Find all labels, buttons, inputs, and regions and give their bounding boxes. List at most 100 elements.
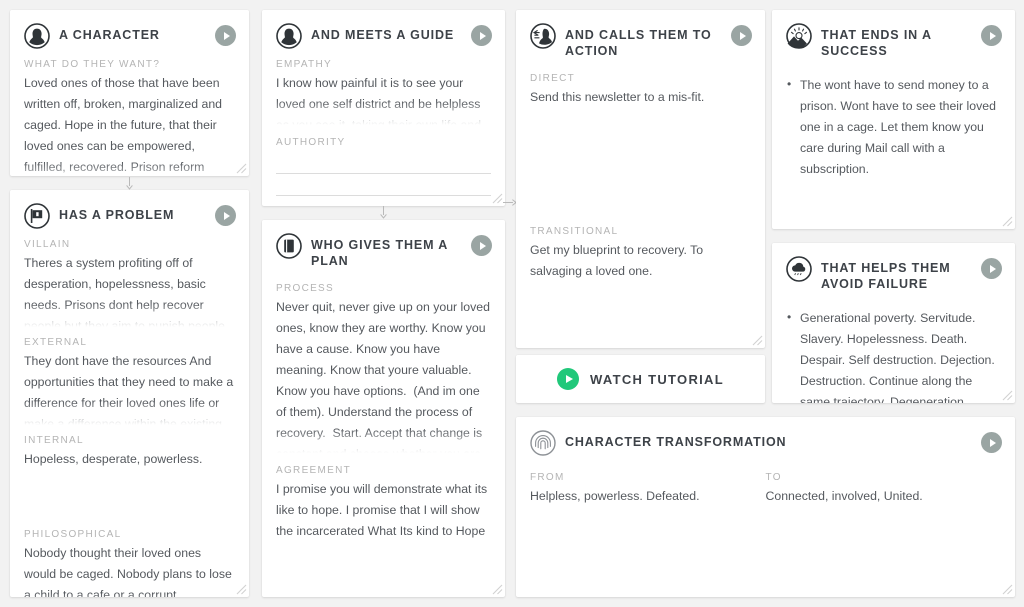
play-button[interactable]: [471, 235, 492, 256]
watch-tutorial-card[interactable]: Watch Tutorial: [516, 355, 765, 403]
field-value[interactable]: I promise you will demonstrate what its …: [276, 479, 491, 542]
play-button[interactable]: [471, 25, 492, 46]
card-body: Empathy I know how painful it is to see …: [262, 49, 505, 206]
card-a-character[interactable]: A Character What do they want? Loved one…: [10, 10, 249, 176]
field-value[interactable]: Helpless, powerless. Defeated.: [530, 486, 744, 507]
play-button[interactable]: [215, 205, 236, 226]
field-agreement[interactable]: Agreement I promise you will demonstrate…: [276, 465, 491, 542]
card-has-a-problem[interactable]: Has a Problem Villain Theres a system pr…: [10, 190, 249, 597]
field-label: Authority: [276, 137, 346, 148]
field-what-do-they-want[interactable]: What do they want? Loved ones of those t…: [24, 59, 235, 176]
person-profile-icon: [276, 23, 302, 49]
resize-handle[interactable]: [236, 163, 247, 174]
field-label: Villain: [24, 239, 71, 250]
field-label: From: [530, 472, 565, 483]
card-title: And Calls Them to Action: [565, 28, 712, 58]
field-value[interactable]: They dont have the resources And opportu…: [24, 351, 235, 427]
field-failure[interactable]: Generational poverty. Servitude. Slavery…: [786, 307, 1001, 403]
card-body: What do they want? Loved ones of those t…: [10, 49, 249, 176]
field-authority[interactable]: Authority: [276, 137, 491, 206]
field-value[interactable]: The wont have to send money to a prison.…: [786, 74, 1001, 180]
book-icon: [276, 233, 302, 259]
field-value[interactable]: Generational poverty. Servitude. Slavery…: [786, 307, 1001, 403]
field-philosophical[interactable]: Philosophical Nobody thought their loved…: [24, 529, 235, 597]
card-title: Character Transformation: [565, 435, 787, 449]
card-body: From Helpless, powerless. Defeated. To C…: [516, 456, 1015, 521]
watch-tutorial-label: Watch Tutorial: [590, 371, 724, 387]
field-process[interactable]: Process Never quit, never give up on you…: [276, 283, 491, 455]
card-title: That Ends in a Success: [821, 28, 932, 58]
connector-guide-to-plan: [378, 206, 389, 219]
blank-line[interactable]: [276, 196, 491, 206]
play-button[interactable]: [981, 258, 1002, 279]
card-and-calls-them-to-action[interactable]: And Calls Them to Action Direct Send thi…: [516, 10, 765, 348]
field-label: To: [765, 472, 782, 483]
field-label: Internal: [24, 435, 84, 446]
field-label: Transitional: [530, 226, 619, 237]
play-button[interactable]: [981, 432, 1002, 453]
field-value[interactable]: Never quit, never give up on your loved …: [276, 297, 491, 455]
field-label: Agreement: [276, 465, 352, 476]
card-that-helps-them-avoid-failure[interactable]: That Helps Them Avoid Failure Generation…: [772, 243, 1015, 403]
field-label: External: [24, 337, 88, 348]
megaphone-person-icon: [530, 23, 556, 49]
field-from[interactable]: From Helpless, powerless. Defeated.: [530, 472, 766, 507]
field-direct[interactable]: Direct Send this newsletter to a mis-fit…: [530, 73, 751, 218]
card-header: That Ends in a Success: [772, 10, 1015, 59]
card-title: That Helps Them Avoid Failure: [821, 261, 951, 291]
resize-handle[interactable]: [492, 193, 503, 204]
card-who-gives-them-a-plan[interactable]: Who Gives Them a Plan Process Never quit…: [262, 220, 505, 597]
connector-character-to-problem: [124, 177, 135, 190]
field-value[interactable]: Connected, involved, United.: [766, 486, 980, 507]
field-external[interactable]: External They dont have the resources An…: [24, 337, 235, 427]
field-value[interactable]: Send this newsletter to a mis-fit.: [530, 87, 751, 218]
connector-plan-to-action: [503, 197, 517, 208]
card-body: Villain Theres a system profiting off of…: [10, 229, 249, 597]
field-success[interactable]: The wont have to send money to a prison.…: [786, 74, 1001, 180]
person-profile-icon: [24, 23, 50, 49]
resize-handle[interactable]: [492, 584, 503, 595]
resize-handle[interactable]: [1002, 584, 1013, 595]
card-and-meets-a-guide[interactable]: And Meets a Guide Empathy I know how pai…: [262, 10, 505, 206]
field-villain[interactable]: Villain Theres a system profiting off of…: [24, 239, 235, 329]
card-header: Has a Problem: [10, 190, 249, 229]
watch-tutorial-button[interactable]: Watch Tutorial: [516, 355, 765, 403]
field-value[interactable]: Theres a system profiting off of despera…: [24, 253, 235, 329]
card-body: Direct Send this newsletter to a mis-fit…: [516, 59, 765, 296]
card-body: Process Never quit, never give up on you…: [262, 269, 505, 556]
field-internal[interactable]: Internal Hopeless, desperate, powerless.: [24, 435, 235, 521]
card-title: Who Gives Them a Plan: [311, 238, 448, 268]
field-value[interactable]: Loved ones of those that have been writt…: [24, 73, 235, 176]
card-header: And Meets a Guide: [262, 10, 505, 49]
play-button[interactable]: [215, 25, 236, 46]
resize-handle[interactable]: [236, 584, 247, 595]
blank-line[interactable]: [276, 174, 491, 196]
play-circle-icon: [557, 368, 579, 390]
card-title: A Character: [59, 28, 160, 42]
resize-handle[interactable]: [1002, 216, 1013, 227]
field-value[interactable]: Nobody thought their loved ones would be…: [24, 543, 235, 597]
field-value[interactable]: I know how painful it is to see your lov…: [276, 73, 491, 127]
play-button[interactable]: [981, 25, 1002, 46]
field-to[interactable]: To Connected, involved, United.: [766, 472, 1002, 507]
field-value[interactable]: Get my blueprint to recovery. To salvagi…: [530, 240, 751, 282]
resize-handle[interactable]: [1002, 390, 1013, 401]
blank-line[interactable]: [276, 152, 491, 174]
card-character-transformation[interactable]: Character Transformation From Helpless, …: [516, 417, 1015, 597]
field-label: What do they want?: [24, 59, 161, 70]
card-that-ends-in-a-success[interactable]: That Ends in a Success The wont have to …: [772, 10, 1015, 229]
field-empathy[interactable]: Empathy I know how painful it is to see …: [276, 59, 491, 127]
field-transitional[interactable]: Transitional Get my blueprint to recover…: [530, 226, 751, 282]
field-label: Direct: [530, 73, 576, 84]
sunrise-mountain-icon: [786, 23, 812, 49]
play-button[interactable]: [731, 25, 752, 46]
field-label: Philosophical: [24, 529, 122, 540]
card-title: Has a Problem: [59, 208, 175, 222]
card-header: Who Gives Them a Plan: [262, 220, 505, 269]
field-value[interactable]: Hopeless, desperate, powerless.: [24, 449, 235, 521]
storybrand-board: A Character What do they want? Loved one…: [0, 0, 1024, 607]
resize-handle[interactable]: [752, 335, 763, 346]
fingerprint-icon: [530, 430, 556, 456]
field-label: Empathy: [276, 59, 332, 70]
authority-blank-lines[interactable]: [276, 152, 491, 206]
